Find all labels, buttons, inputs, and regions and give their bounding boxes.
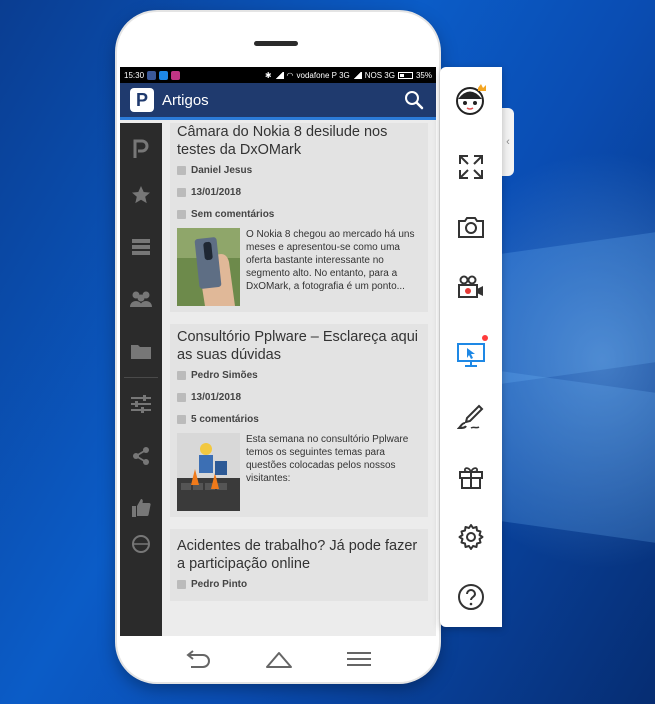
calendar-icon (177, 187, 186, 197)
article-card[interactable]: Consultório Pplware – Esclareça aqui as … (170, 324, 428, 517)
emulator-toolbar (440, 67, 502, 627)
person-icon (177, 165, 186, 175)
gift-button[interactable] (453, 459, 489, 495)
brush-button[interactable] (453, 399, 489, 435)
mascot-button[interactable] (453, 81, 489, 117)
article-author: Pedro Pinto (177, 573, 421, 595)
comment-icon (177, 414, 186, 424)
bluetooth-icon: ✱ (264, 70, 272, 80)
star-icon (132, 186, 150, 204)
folder-icon (131, 345, 151, 359)
video-record-icon (458, 275, 483, 298)
nav-item-archive[interactable] (120, 325, 162, 377)
help-button[interactable] (453, 579, 489, 615)
search-button[interactable] (402, 88, 426, 112)
help-icon (458, 584, 484, 610)
article-date: 13/01/2018 (177, 181, 421, 203)
article-feed[interactable]: Câmara do Nokia 8 desilude nos testes da… (162, 123, 436, 636)
signal-icon (274, 71, 284, 79)
status-time: 15:30 (124, 70, 145, 80)
android-navbar (117, 636, 439, 682)
nav-item-favorites[interactable] (120, 169, 162, 221)
author-name: Pedro Pinto (191, 578, 248, 590)
app-logo[interactable]: P (130, 88, 154, 112)
instagram-notification-icon (171, 70, 181, 80)
status-bar: 15:30 ✱ ◠ vodafone P 3G NOS 3G 35% (120, 67, 436, 83)
article-author: Daniel Jesus (177, 159, 421, 181)
sliders-icon (131, 395, 151, 413)
date-text: 13/01/2018 (191, 391, 242, 403)
nav-item-authors[interactable] (120, 273, 162, 325)
signal-icon-2 (352, 71, 362, 79)
author-name: Pedro Simões (191, 369, 258, 381)
gift-icon (459, 467, 483, 489)
nav-item-like[interactable] (120, 482, 162, 534)
menu-button[interactable] (345, 649, 373, 669)
nav-item-categories[interactable] (120, 221, 162, 273)
chevron-left-icon: ‹ (506, 136, 510, 148)
page-title: Artigos (162, 91, 209, 109)
pplware-logo-icon (133, 139, 149, 158)
comments-text: Sem comentários (191, 208, 275, 220)
nav-item-web[interactable] (120, 534, 162, 554)
article-thumbnail[interactable] (177, 228, 240, 306)
fullscreen-button[interactable] (453, 149, 489, 185)
facebook-notification-icon (147, 70, 157, 80)
search-icon (405, 91, 424, 110)
settings-button[interactable] (453, 519, 489, 555)
article-excerpt: O Nokia 8 chegou ao mercado há uns meses… (246, 229, 415, 292)
notification-badge (482, 335, 488, 341)
status-network2: NOS 3G (364, 70, 395, 80)
collapse-toolbar-button[interactable]: ‹ (502, 108, 514, 176)
article-card[interactable]: Acidentes de trabalho? Já pode fazer a p… (170, 529, 428, 601)
home-button[interactable] (265, 649, 293, 669)
monitor-cursor-icon (457, 343, 485, 367)
earpiece (254, 41, 298, 46)
phone-screen: 15:30 ✱ ◠ vodafone P 3G NOS 3G 35% P Art… (120, 67, 436, 636)
status-battery: 35% (415, 70, 432, 80)
app-notification-icon (159, 70, 169, 80)
person-icon (177, 579, 186, 589)
nav-item-share[interactable] (120, 430, 162, 482)
mascot-icon (456, 84, 486, 115)
status-carrier: vodafone P 3G (296, 70, 350, 80)
brush-icon (457, 404, 484, 430)
record-button[interactable] (453, 269, 489, 305)
article-title[interactable]: Acidentes de trabalho? Já pode fazer a p… (177, 537, 421, 573)
fullscreen-icon (459, 155, 483, 179)
wifi-icon: ◠ (286, 70, 294, 80)
globe-icon (132, 535, 150, 553)
nav-item-home[interactable] (120, 129, 162, 169)
calendar-icon (177, 392, 186, 402)
gear-icon (458, 524, 484, 550)
phone-frame: 15:30 ✱ ◠ vodafone P 3G NOS 3G 35% P Art… (117, 12, 439, 682)
back-button[interactable] (183, 649, 213, 669)
nav-item-settings[interactable] (120, 378, 162, 430)
camera-icon (458, 217, 484, 238)
person-icon (177, 370, 186, 380)
comment-icon (177, 209, 186, 219)
people-icon (130, 291, 152, 307)
screenshot-button[interactable] (453, 209, 489, 245)
article-date: 13/01/2018 (177, 386, 421, 408)
battery-icon (397, 71, 413, 79)
article-thumbnail[interactable] (177, 433, 240, 511)
article-comments[interactable]: Sem comentários (177, 203, 421, 225)
article-card[interactable]: Câmara do Nokia 8 desilude nos testes da… (170, 123, 428, 312)
article-author: Pedro Simões (177, 364, 421, 386)
app-bar: P Artigos (120, 83, 436, 120)
date-text: 13/01/2018 (191, 186, 242, 198)
article-title[interactable]: Câmara do Nokia 8 desilude nos testes da… (177, 123, 421, 159)
article-excerpt: Esta semana no consultório Pplware temos… (246, 434, 409, 484)
article-title[interactable]: Consultório Pplware – Esclareça aqui as … (177, 328, 421, 364)
list-icon (132, 239, 150, 255)
side-nav (120, 123, 162, 636)
article-comments[interactable]: 5 comentários (177, 408, 421, 430)
share-icon (133, 447, 149, 465)
author-name: Daniel Jesus (191, 164, 253, 176)
thumbs-up-icon (132, 499, 151, 517)
screencast-button[interactable] (453, 337, 489, 373)
comments-text: 5 comentários (191, 413, 259, 425)
